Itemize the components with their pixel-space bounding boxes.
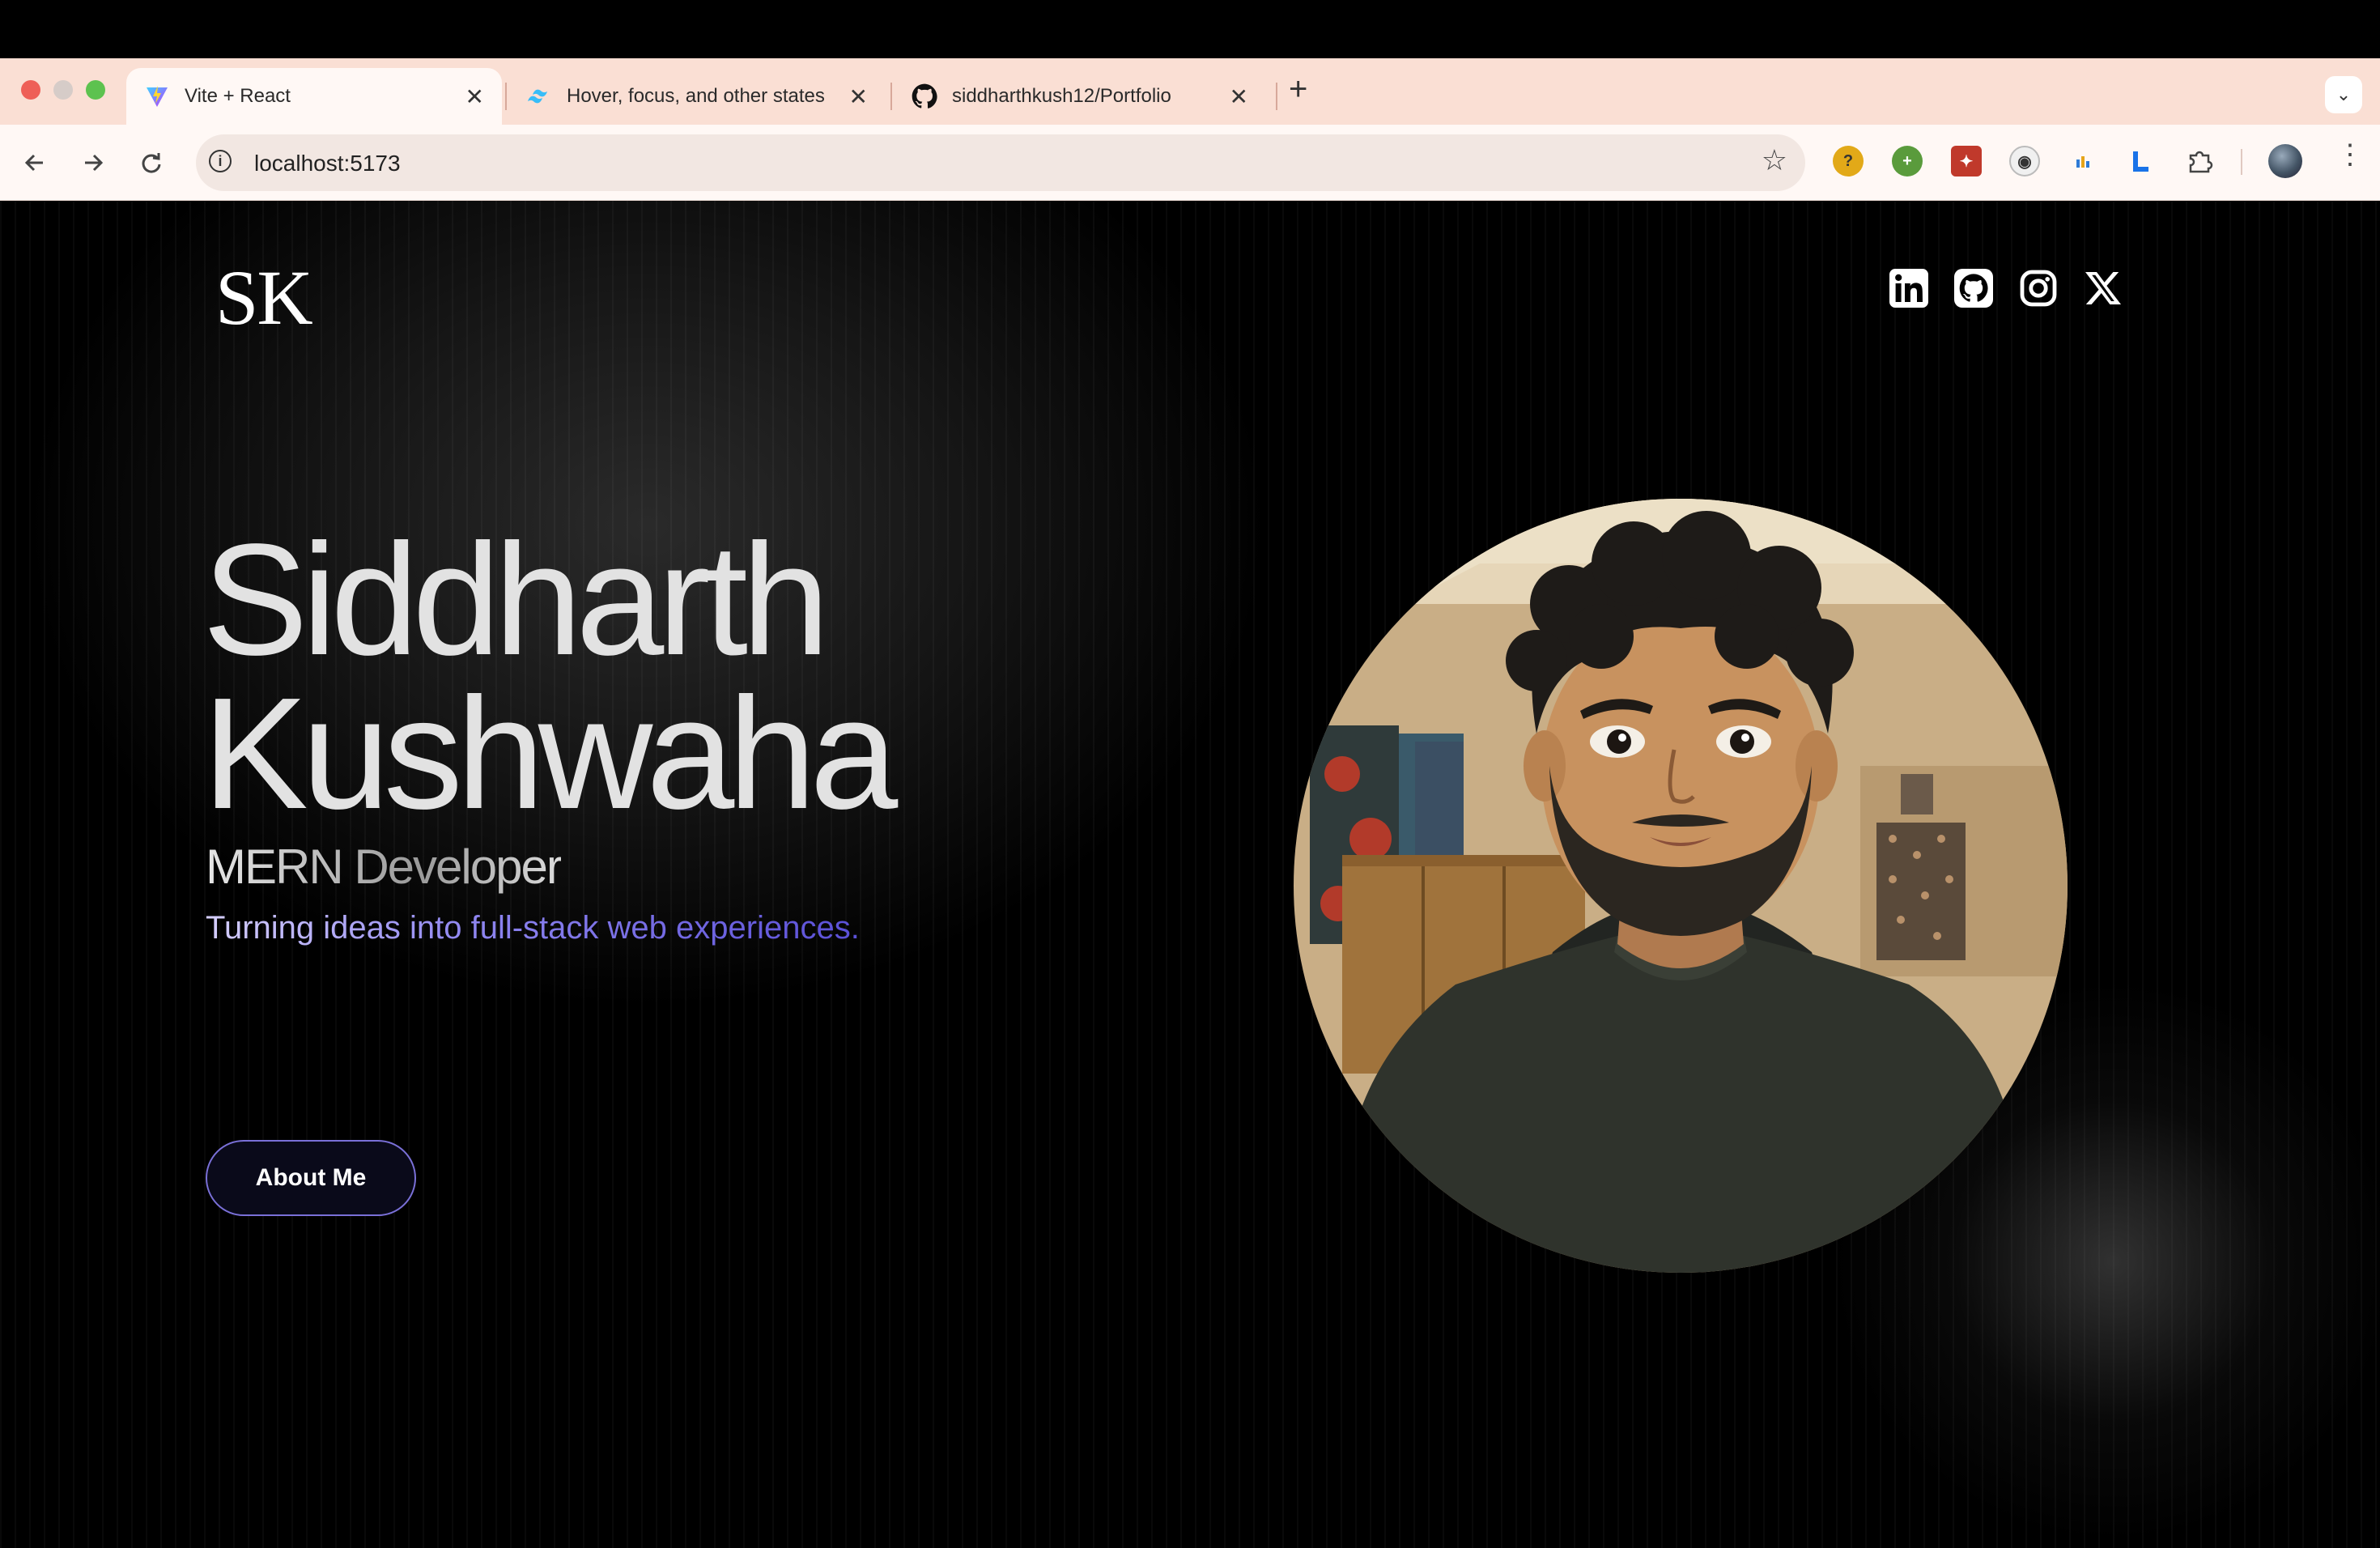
url-text: localhost:5173 bbox=[254, 151, 401, 176]
red-ext-icon[interactable]: ✦ bbox=[1951, 146, 1982, 176]
about-me-button[interactable]: About Me bbox=[206, 1140, 416, 1216]
close-tab-icon[interactable]: ✕ bbox=[849, 83, 868, 110]
reload-icon bbox=[142, 153, 161, 173]
close-tab-icon[interactable]: ✕ bbox=[465, 83, 484, 110]
site-logo[interactable]: SK bbox=[215, 253, 313, 342]
tab-divider bbox=[1276, 83, 1277, 110]
github-icon bbox=[912, 83, 937, 109]
forward-button[interactable] bbox=[74, 144, 112, 181]
green-plus-ext-icon[interactable]: + bbox=[1892, 146, 1923, 176]
linkedin-icon[interactable] bbox=[1889, 269, 1928, 308]
maximize-window-button[interactable] bbox=[86, 80, 105, 100]
site-info-icon[interactable]: i bbox=[209, 150, 232, 172]
tailwind-icon bbox=[526, 83, 552, 109]
github-icon[interactable] bbox=[1954, 269, 1993, 308]
yellow-ext-icon[interactable]: ? bbox=[1833, 146, 1864, 176]
address-bar[interactable]: i localhost:5173 ☆ bbox=[196, 134, 1805, 191]
panda-ext-icon[interactable]: ◉ bbox=[2009, 146, 2040, 176]
hero-tagline: Turning ideas into full-stack web experi… bbox=[206, 910, 860, 946]
toolbar-divider bbox=[2241, 149, 2242, 175]
hero-role: MERN Developer bbox=[206, 840, 563, 894]
browser-menu-icon[interactable]: ⋮ bbox=[2336, 141, 2364, 168]
bookmark-star-icon[interactable]: ☆ bbox=[1762, 146, 1787, 175]
profile-avatar[interactable] bbox=[2268, 144, 2302, 178]
x-icon[interactable] bbox=[2084, 269, 2123, 308]
hero-last-name: Kushwaha bbox=[202, 665, 898, 842]
arrow-right-icon bbox=[85, 154, 104, 172]
tab-title: siddharthkush12/Portfolio bbox=[952, 85, 1171, 107]
tab-divider bbox=[505, 83, 507, 110]
back-button[interactable] bbox=[16, 144, 53, 181]
tab-title: Hover, focus, and other states bbox=[567, 85, 825, 107]
browser-chrome: Vite + React ✕ Hover, focus, and other s… bbox=[0, 58, 2380, 201]
arrow-left-icon bbox=[24, 154, 43, 172]
tab-search-button[interactable]: ⌄ bbox=[2325, 76, 2362, 113]
instagram-icon[interactable] bbox=[2019, 269, 2058, 308]
portfolio-page: SK Siddharth Kushwaha MERN Developer Tur… bbox=[0, 201, 2380, 1548]
tab-github-portfolio[interactable]: siddharthkush12/Portfolio ✕ bbox=[894, 68, 1266, 125]
tab-title: Vite + React bbox=[185, 85, 291, 107]
new-tab-button[interactable]: + bbox=[1289, 73, 1307, 105]
tab-vite-react[interactable]: Vite + React ✕ bbox=[126, 68, 502, 125]
bar-chart-ext-icon[interactable] bbox=[2068, 146, 2098, 176]
vite-icon bbox=[144, 83, 170, 109]
tab-divider bbox=[890, 83, 892, 110]
reload-button[interactable] bbox=[133, 144, 170, 181]
profile-avatar-illustration bbox=[1294, 499, 2068, 1273]
tab-strip: Vite + React ✕ Hover, focus, and other s… bbox=[0, 58, 2380, 125]
close-window-button[interactable] bbox=[21, 80, 40, 100]
l-ext-icon[interactable] bbox=[2126, 146, 2157, 176]
tab-tailwind-states[interactable]: Hover, focus, and other states ✕ bbox=[508, 68, 886, 125]
minimize-window-button[interactable] bbox=[53, 80, 73, 100]
puzzle-icon[interactable] bbox=[2184, 146, 2215, 176]
browser-toolbar: i localhost:5173 ☆ ? + ✦ ◉ ⋮ bbox=[0, 125, 2380, 201]
close-tab-icon[interactable]: ✕ bbox=[1230, 83, 1248, 110]
hero-first-name: Siddharth bbox=[202, 511, 830, 688]
